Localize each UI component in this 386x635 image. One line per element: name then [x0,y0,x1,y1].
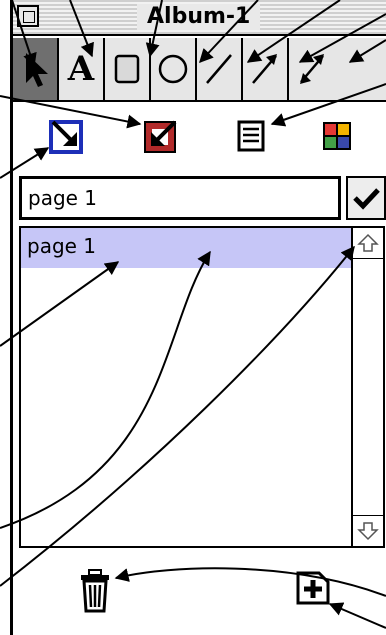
color-palette-icon[interactable] [317,116,357,156]
arrow-line-icon [252,54,277,84]
trash-icon[interactable] [77,568,113,614]
rectangle-icon [114,54,140,84]
oval-icon [158,54,188,84]
new-page-icon[interactable] [295,570,331,606]
export-icon[interactable] [141,116,181,156]
text-tool[interactable]: A [59,38,105,100]
line-tool[interactable] [197,38,243,100]
import-icon[interactable] [47,116,87,156]
double-arrow-tool[interactable] [289,38,335,100]
down-arrow-icon [357,522,379,541]
arrow-tool[interactable] [13,38,59,100]
action-row [13,106,386,170]
confirm-button[interactable] [346,176,386,220]
oval-tool[interactable] [151,38,197,100]
scrollbar[interactable] [351,228,383,546]
page-list[interactable]: page 1 [19,226,385,548]
page-name-input[interactable] [28,180,328,216]
checkmark-icon [353,188,380,210]
list-view-icon[interactable] [231,116,271,156]
scroll-up-arrow[interactable] [353,228,383,259]
album-window: Album-1 A page 1 page 1 [10,0,386,635]
rectangle-tool[interactable] [105,38,151,100]
tool-palette: A [13,38,386,102]
list-item[interactable]: page 1 [21,228,351,268]
up-arrow-icon [357,233,379,252]
page-name-field[interactable] [19,176,341,220]
title-bar[interactable]: Album-1 [13,0,386,36]
pointer-arrow-icon [26,53,48,87]
arrow-line-tool[interactable] [243,38,289,100]
scroll-down-arrow[interactable] [353,515,383,546]
line-icon [206,54,232,84]
bottom-bar [13,550,386,635]
text-tool-glyph: A [67,49,95,89]
window-title: Album-1 [137,4,261,30]
double-arrow-icon [300,54,324,84]
close-box[interactable] [17,5,39,27]
page-list-body: page 1 [21,228,351,546]
